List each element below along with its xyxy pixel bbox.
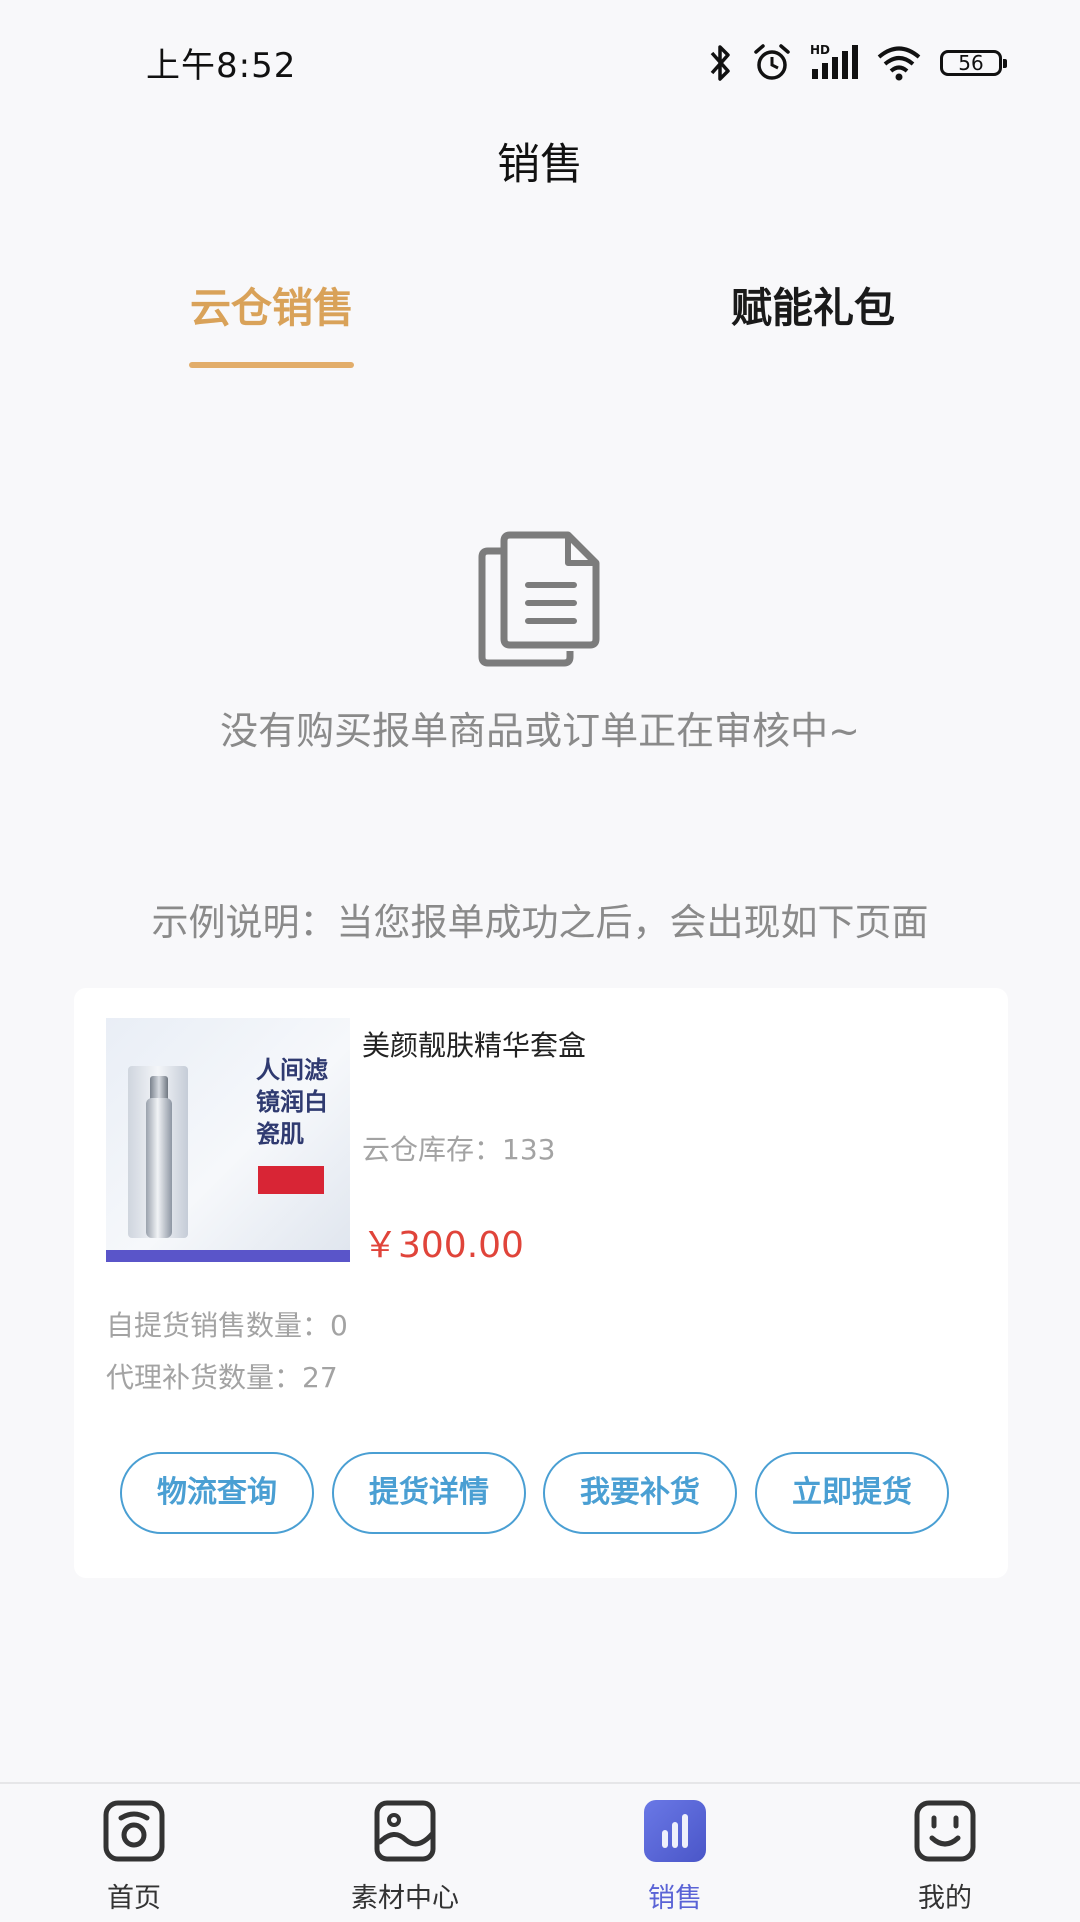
nav-item-sales[interactable]: 销售 <box>585 1798 765 1918</box>
battery-icon: 56 <box>940 50 1007 76</box>
nav-label-material-center: 素材中心 <box>351 1883 459 1914</box>
empty-state-message: 没有购买报单商品或订单正在审核中~ <box>220 709 860 753</box>
page-title: 销售 <box>497 140 583 190</box>
example-product-card: 人间滤镜润白瓷肌 美颜靓肤精华套盒 云仓库存：133 ￥300.00 自提货销售… <box>74 988 1008 1578</box>
nav-label-home: 首页 <box>107 1883 161 1914</box>
nav-label-mine: 我的 <box>918 1883 972 1914</box>
tab-bar: 云仓销售 赋能礼包 <box>0 260 1080 380</box>
home-camera-icon <box>103 1800 165 1862</box>
tab-cloud-warehouse-sales[interactable]: 云仓销售 <box>190 274 354 334</box>
logistics-query-button[interactable]: 物流查询 <box>120 1452 314 1534</box>
status-time: 上午8:52 <box>146 46 297 86</box>
status-icons: HD 56 <box>708 38 1007 88</box>
status-bar: 上午8:52 HD 56 <box>0 0 1080 128</box>
pickup-now-button[interactable]: 立即提货 <box>755 1452 949 1534</box>
nav-item-material-center[interactable]: 素材中心 <box>315 1798 495 1918</box>
product-image: 人间滤镜润白瓷肌 <box>106 1018 350 1262</box>
example-caption: 示例说明：当您报单成功之后，会出现如下页面 <box>151 901 929 944</box>
image-icon <box>374 1800 436 1862</box>
wifi-icon <box>877 46 921 81</box>
restock-button[interactable]: 我要补货 <box>543 1452 737 1534</box>
smiley-face-icon <box>914 1800 976 1862</box>
alarm-icon <box>754 44 790 80</box>
nav-item-mine[interactable]: 我的 <box>855 1798 1035 1918</box>
cloud-stock-count: 云仓库存：133 <box>362 1133 556 1166</box>
product-image-caption: 人间滤镜润白瓷肌 <box>256 1056 328 1148</box>
action-button-row: 物流查询 提货详情 我要补货 立即提货 <box>120 1452 960 1536</box>
document-copy-icon <box>478 531 600 667</box>
tab-empowerment-gift-pack[interactable]: 赋能礼包 <box>731 274 895 334</box>
nav-item-home[interactable]: 首页 <box>44 1798 224 1918</box>
bottom-navigation: 首页 素材中心 销售 我的 <box>0 1782 1080 1922</box>
nav-label-sales: 销售 <box>648 1883 702 1914</box>
product-name: 美颜靓肤精华套盒 <box>362 1029 587 1062</box>
svg-text:HD: HD <box>810 43 830 57</box>
bluetooth-icon <box>710 45 730 81</box>
active-tab-indicator <box>189 362 354 368</box>
agent-restock-count: 代理补货数量：27 <box>106 1361 338 1394</box>
self-pickup-sales-count: 自提货销售数量：0 <box>106 1309 348 1342</box>
bar-chart-icon <box>644 1800 706 1862</box>
hd-signal-icon: HD <box>810 43 858 79</box>
pickup-details-button[interactable]: 提货详情 <box>332 1452 526 1534</box>
product-price: ￥300.00 <box>362 1225 524 1266</box>
